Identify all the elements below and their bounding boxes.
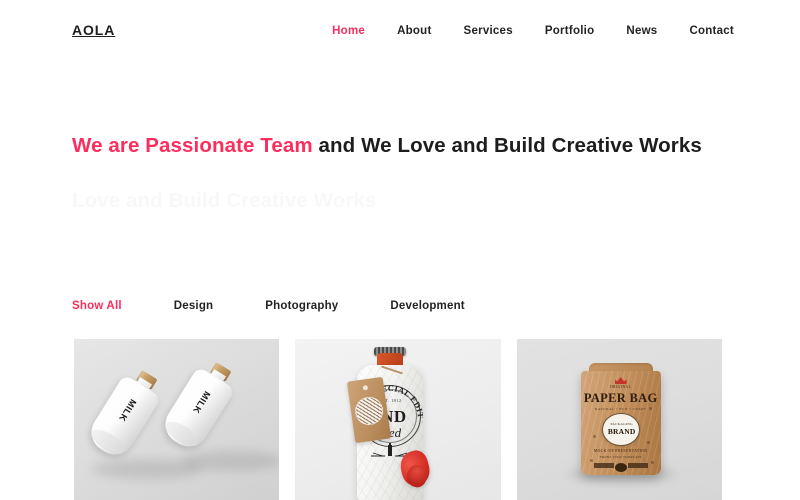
- hero-rest-text: and We Love and Build Creative Works: [312, 134, 702, 157]
- nav-item-home[interactable]: Home: [316, 24, 381, 38]
- nav-item-news[interactable]: News: [610, 24, 673, 38]
- hero-section: We are Passionate Team and We Love and B…: [72, 132, 712, 159]
- milk-bottle-right: MILK: [158, 356, 242, 454]
- bag-texture-dot: [646, 441, 650, 444]
- bag-title: PAPER BAG: [583, 391, 658, 405]
- bag-texture-dot: [650, 461, 654, 464]
- bag-brand-badge: PACKAGING BRAND: [601, 413, 640, 446]
- milk-bottle-left: MILK: [84, 364, 168, 462]
- filter-show-all[interactable]: Show All: [72, 300, 122, 312]
- nav-item-portfolio[interactable]: Portfolio: [529, 24, 611, 38]
- site-header: AOLA Home About Services Portfolio News …: [0, 0, 800, 62]
- bag-ornament-right: [627, 463, 648, 468]
- bag-seal-icon: [614, 463, 627, 472]
- nav-item-contact[interactable]: Contact: [673, 24, 734, 38]
- bag-ornament-left: [593, 463, 614, 468]
- portfolio-item-limited-edition-bottle[interactable]: LIMITED SPECIAL EDITION EST. 1912 IND He…: [295, 339, 501, 500]
- brand-logo[interactable]: AOLA: [72, 22, 115, 38]
- portfolio-grid: MILK MILK LIMITED SPECIAL EDITION EST. 1…: [74, 339, 722, 500]
- nav-item-about[interactable]: About: [381, 24, 447, 38]
- badge-large-text: BRAND: [607, 427, 636, 436]
- portfolio-item-milk-bottles[interactable]: MILK MILK: [74, 339, 280, 500]
- filter-photography[interactable]: Photography: [265, 300, 338, 312]
- bag-texture-dot: [590, 399, 594, 402]
- filter-design[interactable]: Design: [174, 300, 214, 312]
- bag-texture-dot: [592, 435, 596, 438]
- bag-sub-line: MOCK-UP PRESENTATION: [593, 449, 648, 453]
- tag-hole: [362, 384, 369, 391]
- portfolio-item-paper-bag[interactable]: ORIGINAL PAPER BAG NATURAL • ECO • CRAFT…: [516, 339, 722, 500]
- hero-ghost-text: Love and Build Creative Works: [72, 187, 376, 214]
- portfolio-filter-bar: Show All Design Photography Development: [72, 300, 465, 312]
- tag-stamp-icon: [353, 395, 386, 427]
- main-navigation: Home About Services Portfolio News Conta…: [316, 24, 734, 38]
- bag-texture-dot: [648, 407, 652, 410]
- nav-item-services[interactable]: Services: [448, 24, 529, 38]
- filter-development[interactable]: Development: [390, 300, 464, 312]
- bag-rule-line: NATURAL • ECO • CRAFT: [594, 407, 647, 411]
- bag-texture-dot: [589, 459, 593, 462]
- hero-accent-text: We are Passionate Team: [72, 134, 313, 157]
- beer-bottle: LIMITED SPECIAL EDITION EST. 1912 IND He…: [347, 347, 434, 500]
- bag-sub-line2: FRONT VIEW TEMPLATE: [599, 455, 642, 459]
- bag-top-line: ORIGINAL: [609, 385, 632, 389]
- badge-small-text: PACKAGING: [610, 422, 633, 426]
- paper-bag-pouch: ORIGINAL PAPER BAG NATURAL • ECO • CRAFT…: [575, 363, 667, 475]
- page-title: We are Passionate Team and We Love and B…: [72, 132, 712, 159]
- milk-shadow-right: [182, 451, 280, 471]
